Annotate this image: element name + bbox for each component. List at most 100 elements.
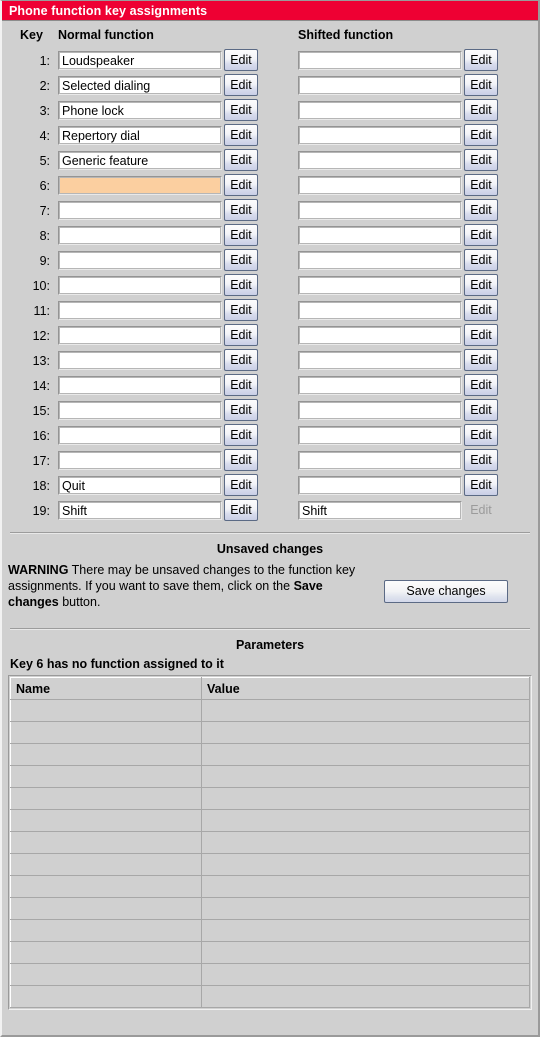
window-title-bar: Phone function key assignments bbox=[2, 1, 538, 21]
edit-normal-function-button[interactable]: Edit bbox=[224, 499, 258, 521]
shifted-function-input[interactable] bbox=[298, 226, 462, 245]
parameters-table-row[interactable] bbox=[10, 765, 530, 788]
parameters-table-row[interactable] bbox=[10, 809, 530, 832]
normal-function-input[interactable] bbox=[58, 51, 222, 70]
normal-function-input[interactable] bbox=[58, 476, 222, 495]
normal-function-input[interactable] bbox=[58, 151, 222, 170]
normal-function-input[interactable] bbox=[58, 276, 222, 295]
normal-function-input[interactable] bbox=[58, 401, 222, 420]
normal-function-input[interactable] bbox=[58, 176, 222, 195]
shifted-function-input[interactable] bbox=[298, 351, 462, 370]
normal-function-input[interactable] bbox=[58, 101, 222, 120]
normal-function-input[interactable] bbox=[58, 501, 222, 520]
edit-normal-function-button[interactable]: Edit bbox=[224, 349, 258, 371]
edit-shifted-function-button[interactable]: Edit bbox=[464, 149, 498, 171]
edit-normal-function-button[interactable]: Edit bbox=[224, 199, 258, 221]
save-changes-button[interactable]: Save changes bbox=[384, 580, 508, 603]
key-number-label: 18: bbox=[32, 479, 50, 493]
edit-normal-function-button[interactable]: Edit bbox=[224, 99, 258, 121]
shifted-function-input[interactable] bbox=[298, 51, 462, 70]
normal-function-input[interactable] bbox=[58, 376, 222, 395]
shifted-function-input[interactable] bbox=[298, 501, 462, 520]
shifted-function-input[interactable] bbox=[298, 201, 462, 220]
edit-normal-function-button[interactable]: Edit bbox=[224, 399, 258, 421]
parameters-table-row[interactable] bbox=[10, 985, 530, 1008]
parameters-table-row[interactable] bbox=[10, 743, 530, 766]
shifted-function-input[interactable] bbox=[298, 251, 462, 270]
edit-shifted-function-button[interactable]: Edit bbox=[464, 199, 498, 221]
shifted-function-input[interactable] bbox=[298, 76, 462, 95]
normal-function-input[interactable] bbox=[58, 351, 222, 370]
shifted-function-input[interactable] bbox=[298, 476, 462, 495]
edit-normal-function-button[interactable]: Edit bbox=[224, 449, 258, 471]
edit-shifted-function-button[interactable]: Edit bbox=[464, 324, 498, 346]
parameters-table-row[interactable] bbox=[10, 831, 530, 854]
parameter-value-cell bbox=[201, 765, 530, 788]
parameters-table-row[interactable] bbox=[10, 963, 530, 986]
parameters-table-row[interactable] bbox=[10, 919, 530, 942]
shifted-function-input[interactable] bbox=[298, 426, 462, 445]
parameters-table-row[interactable] bbox=[10, 897, 530, 920]
edit-shifted-function-button[interactable]: Edit bbox=[464, 174, 498, 196]
key-row: 8: Edit Edit bbox=[8, 224, 532, 249]
edit-shifted-function-button[interactable]: Edit bbox=[464, 74, 498, 96]
normal-function-input[interactable] bbox=[58, 251, 222, 270]
edit-normal-function-button[interactable]: Edit bbox=[224, 474, 258, 496]
edit-normal-function-button[interactable]: Edit bbox=[224, 49, 258, 71]
normal-function-input[interactable] bbox=[58, 201, 222, 220]
edit-normal-function-button[interactable]: Edit bbox=[224, 124, 258, 146]
edit-shifted-function-button[interactable]: Edit bbox=[464, 449, 498, 471]
normal-function-input[interactable] bbox=[58, 301, 222, 320]
normal-function-input[interactable] bbox=[58, 326, 222, 345]
parameter-value-cell bbox=[201, 743, 530, 766]
shifted-function-input[interactable] bbox=[298, 276, 462, 295]
edit-shifted-function-button[interactable]: Edit bbox=[464, 374, 498, 396]
normal-function-input[interactable] bbox=[58, 76, 222, 95]
shifted-function-input[interactable] bbox=[298, 126, 462, 145]
edit-shifted-function-button[interactable]: Edit bbox=[464, 49, 498, 71]
edit-normal-function-button[interactable]: Edit bbox=[224, 224, 258, 246]
normal-function-input[interactable] bbox=[58, 226, 222, 245]
edit-shifted-function-button[interactable]: Edit bbox=[464, 224, 498, 246]
edit-normal-function-button[interactable]: Edit bbox=[224, 174, 258, 196]
parameters-table-row[interactable] bbox=[10, 721, 530, 744]
shifted-function-input[interactable] bbox=[298, 176, 462, 195]
normal-function-input[interactable] bbox=[58, 451, 222, 470]
edit-shifted-function-button[interactable]: Edit bbox=[464, 124, 498, 146]
edit-normal-function-button[interactable]: Edit bbox=[224, 324, 258, 346]
edit-shifted-function-button[interactable]: Edit bbox=[464, 474, 498, 496]
edit-normal-function-button[interactable]: Edit bbox=[224, 149, 258, 171]
key-row: 4: Edit Edit bbox=[8, 124, 532, 149]
shifted-function-input[interactable] bbox=[298, 451, 462, 470]
edit-shifted-function-button[interactable]: Edit bbox=[464, 99, 498, 121]
edit-shifted-function-button[interactable]: Edit bbox=[464, 399, 498, 421]
parameters-table-row[interactable] bbox=[10, 875, 530, 898]
shifted-function-input[interactable] bbox=[298, 301, 462, 320]
parameters-column-name: Name bbox=[10, 677, 202, 700]
shifted-function-input[interactable] bbox=[298, 401, 462, 420]
edit-normal-function-button[interactable]: Edit bbox=[224, 74, 258, 96]
edit-normal-function-button[interactable]: Edit bbox=[224, 374, 258, 396]
normal-function-input[interactable] bbox=[58, 426, 222, 445]
edit-shifted-function-button[interactable]: Edit bbox=[464, 274, 498, 296]
shifted-function-input[interactable] bbox=[298, 326, 462, 345]
shifted-function-input[interactable] bbox=[298, 376, 462, 395]
edit-normal-function-button[interactable]: Edit bbox=[224, 424, 258, 446]
parameters-table-row[interactable] bbox=[10, 853, 530, 876]
edit-normal-function-button[interactable]: Edit bbox=[224, 249, 258, 271]
shifted-function-input[interactable] bbox=[298, 101, 462, 120]
parameters-table-row[interactable] bbox=[10, 941, 530, 964]
parameters-table-row[interactable] bbox=[10, 787, 530, 810]
edit-shifted-function-button[interactable]: Edit bbox=[464, 249, 498, 271]
edit-shifted-function-button[interactable]: Edit bbox=[464, 349, 498, 371]
normal-function-input[interactable] bbox=[58, 126, 222, 145]
parameters-table-row[interactable] bbox=[10, 699, 530, 722]
key-number-label: 15: bbox=[32, 404, 50, 418]
edit-normal-function-button[interactable]: Edit bbox=[224, 299, 258, 321]
key-row: 14: Edit Edit bbox=[8, 374, 532, 399]
key-number-label: 14: bbox=[32, 379, 50, 393]
edit-shifted-function-button[interactable]: Edit bbox=[464, 299, 498, 321]
edit-shifted-function-button[interactable]: Edit bbox=[464, 424, 498, 446]
shifted-function-input[interactable] bbox=[298, 151, 462, 170]
edit-normal-function-button[interactable]: Edit bbox=[224, 274, 258, 296]
